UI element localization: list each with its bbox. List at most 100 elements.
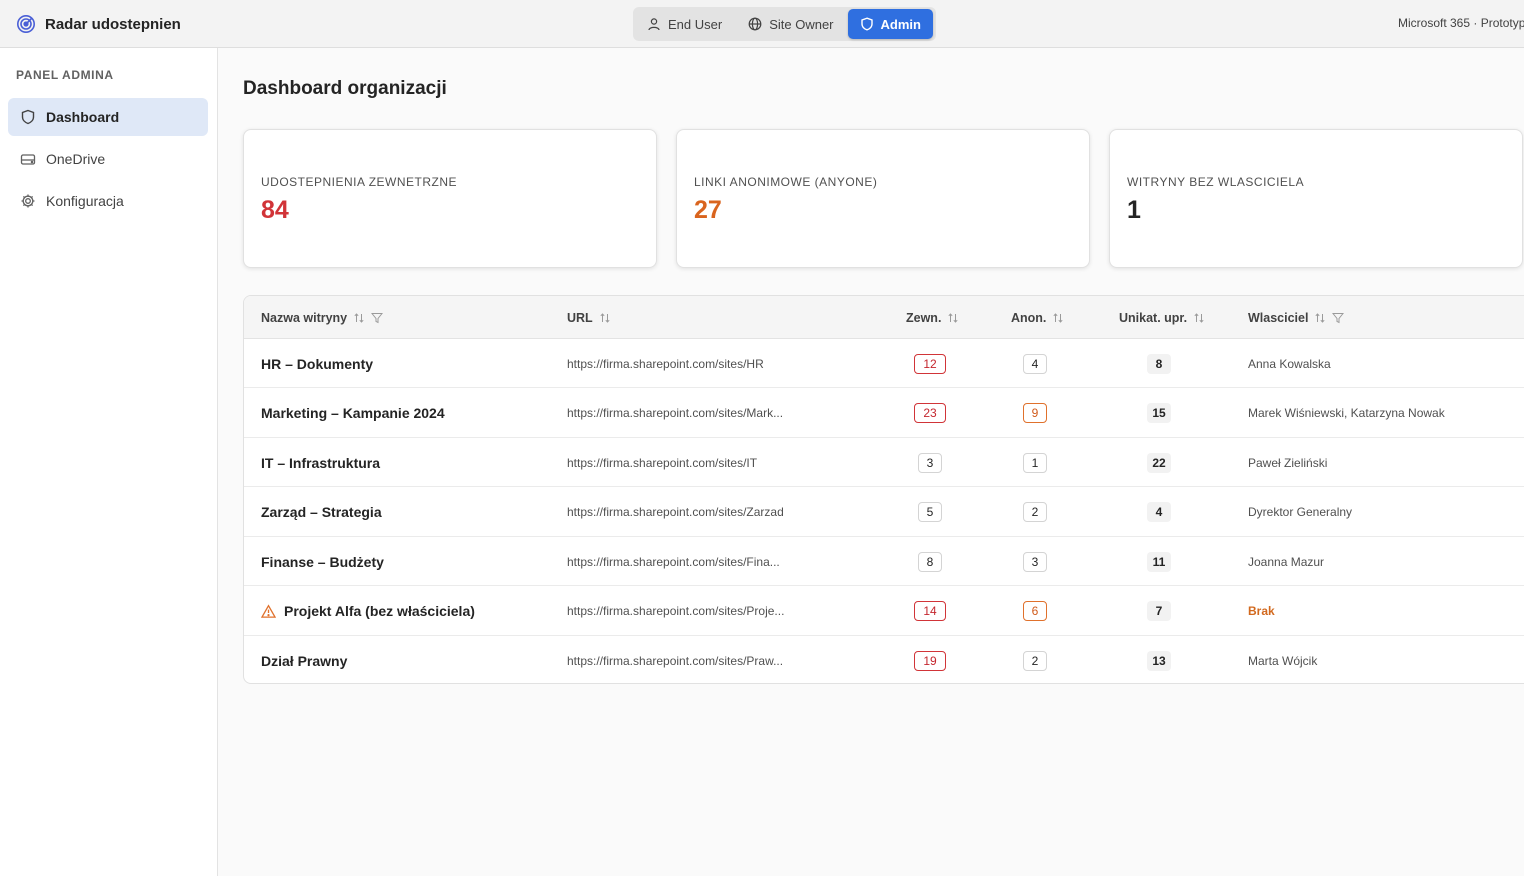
top-bar: Radar udostepnien End User Site Owner Ad…	[0, 0, 1524, 48]
external-count-badge: 8	[918, 551, 942, 572]
unique-count-badge: 13	[1147, 650, 1171, 671]
sidebar-item-label: OneDrive	[46, 151, 106, 167]
site-name-cell[interactable]: Finanse – Budżety	[261, 537, 384, 586]
sidebar-item-label: Konfiguracja	[46, 193, 124, 209]
owner-cell: Joanna Mazur	[1248, 554, 1325, 569]
sort-icon[interactable]	[947, 312, 959, 324]
anon-count-badge: 9	[1023, 403, 1047, 423]
unique-count-badge: 22	[1147, 452, 1171, 473]
table-row[interactable]: Projekt Alfa (bez właściciela) https://fi…	[244, 587, 1524, 636]
table-row[interactable]: Dział Prawny https://firma.sharepoint.com…	[244, 636, 1524, 683]
stat-value: 84	[261, 196, 289, 224]
site-name-cell[interactable]: Dział Prawny	[261, 636, 348, 683]
site-name: Dział Prawny	[261, 652, 348, 669]
external-count-cell: 5	[900, 488, 960, 537]
site-url[interactable]: https://firma.sharepoint.com/sites/HR	[567, 339, 764, 388]
role-label: Site Owner	[769, 16, 834, 32]
sort-icon[interactable]	[1314, 312, 1326, 324]
site-url[interactable]: https://firma.sharepoint.com/sites/Proje…	[567, 587, 784, 636]
anon-count-cell: 1	[1005, 438, 1065, 487]
site-name: HR – Dokumenty	[261, 355, 374, 372]
anon-count-badge: 2	[1023, 650, 1047, 671]
table-row[interactable]: Finanse – Budżety https://firma.sharepoin…	[244, 537, 1524, 586]
external-count-badge: 5	[918, 502, 942, 522]
site-name: IT – Infrastruktura	[261, 454, 381, 471]
site-url[interactable]: https://firma.sharepoint.com/sites/Zarza…	[567, 488, 784, 537]
site-name-cell[interactable]: IT – Infrastruktura	[261, 438, 380, 487]
unique-count-cell: 22	[1129, 438, 1189, 487]
column-header-unique[interactable]: Unikat. upr.	[1119, 296, 1205, 339]
unique-count-badge: 7	[1147, 601, 1171, 621]
table-row[interactable]: HR – Dokumenty https://firma.sharepoint.c…	[244, 339, 1524, 388]
column-header-name[interactable]: Nazwa witryny	[261, 296, 384, 339]
site-name-cell[interactable]: Zarząd – Strategia	[261, 488, 382, 537]
anon-count-badge: 4	[1023, 353, 1047, 374]
filter-icon[interactable]	[371, 312, 384, 324]
column-label: Nazwa witryny	[261, 310, 348, 325]
external-count-badge: 19	[914, 650, 946, 671]
anon-count-badge: 2	[1023, 502, 1047, 522]
radar-icon	[17, 15, 35, 33]
shield-icon	[21, 109, 35, 125]
role-admin-button[interactable]: Admin	[847, 9, 933, 39]
unique-count-cell: 8	[1129, 339, 1189, 388]
owner-cell: Paweł Zieliński	[1248, 455, 1328, 470]
column-header-external[interactable]: Zewn.	[906, 296, 959, 339]
stat-value: 27	[694, 196, 722, 224]
external-count-badge: 12	[914, 353, 946, 374]
owner-cell: Marta Wójcik	[1248, 653, 1318, 668]
site-url[interactable]: https://firma.sharepoint.com/sites/Fina.…	[567, 537, 780, 586]
sidebar: PANEL ADMINA Dashboard OneDrive Konfigur…	[0, 48, 218, 876]
table-row[interactable]: Zarząd – Strategia https://firma.sharepoi…	[244, 488, 1524, 537]
owner-cell: Anna Kowalska	[1248, 356, 1331, 371]
sidebar-item-onedrive[interactable]: OneDrive	[8, 140, 208, 178]
sort-icon[interactable]	[1052, 312, 1064, 324]
owner-cell: Dyrektor Generalny	[1248, 505, 1353, 519]
sidebar-item-konfiguracja[interactable]: Konfiguracja	[8, 182, 208, 220]
filter-icon[interactable]	[1332, 312, 1345, 324]
stat-label: UDOSTEPNIENIA ZEWNETRZNE	[261, 175, 458, 189]
external-count-badge: 14	[914, 601, 946, 621]
anon-count-cell: 4	[1005, 339, 1065, 388]
column-label: Unikat. upr.	[1119, 310, 1188, 325]
column-header-owner[interactable]: Wlasciciel	[1248, 296, 1345, 339]
stat-card-external: UDOSTEPNIENIA ZEWNETRZNE 84	[243, 129, 657, 268]
owner-cell: Brak	[1248, 604, 1275, 618]
role-site-owner-button[interactable]: Site Owner	[736, 9, 845, 39]
external-count-cell: 12	[900, 339, 960, 388]
sort-icon[interactable]	[599, 312, 611, 324]
site-url[interactable]: https://firma.sharepoint.com/sites/IT	[567, 438, 757, 487]
sidebar-item-dashboard[interactable]: Dashboard	[8, 98, 208, 136]
app-brand[interactable]: Radar udostepnien	[16, 12, 181, 36]
anon-count-cell: 6	[1005, 587, 1065, 636]
column-header-url[interactable]: URL	[567, 296, 611, 339]
column-header-anon[interactable]: Anon.	[1011, 296, 1064, 339]
stat-card-anonymous: LINKI ANONIMOWE (ANYONE) 27	[676, 129, 1090, 268]
role-end-user-button[interactable]: End User	[635, 9, 734, 39]
warning-icon	[261, 603, 276, 618]
person-icon	[648, 18, 660, 31]
column-label: Wlasciciel	[1248, 310, 1309, 325]
sort-icon[interactable]	[1193, 312, 1205, 324]
site-url[interactable]: https://firma.sharepoint.com/sites/Mark.…	[567, 389, 783, 438]
external-count-badge: 3	[918, 452, 942, 473]
page-title: Dashboard organizacji	[243, 78, 447, 99]
site-name-cell[interactable]: Marketing – Kampanie 2024	[261, 389, 445, 438]
column-label: Anon.	[1011, 310, 1047, 325]
anon-count-cell: 2	[1005, 488, 1065, 537]
stat-label: LINKI ANONIMOWE (ANYONE)	[694, 175, 878, 189]
site-url[interactable]: https://firma.sharepoint.com/sites/Praw.…	[567, 636, 783, 683]
table-row[interactable]: Marketing – Kampanie 2024 https://firma.s…	[244, 389, 1524, 438]
sort-icon[interactable]	[353, 312, 365, 324]
external-count-cell: 8	[900, 537, 960, 586]
site-name-cell[interactable]: HR – Dokumenty	[261, 339, 373, 388]
stat-label: WITRYNY BEZ WLASCICIELA	[1127, 175, 1305, 189]
sidebar-title: PANEL ADMINA	[16, 68, 114, 82]
anon-count-badge: 3	[1023, 551, 1047, 572]
site-name-cell[interactable]: Projekt Alfa (bez właściciela)	[261, 587, 475, 636]
stat-card-ownerless: WITRYNY BEZ WLASCICIELA 1	[1109, 129, 1523, 268]
anon-count-cell: 3	[1005, 537, 1065, 586]
stat-value: 1	[1127, 196, 1141, 224]
table-row[interactable]: IT – Infrastruktura https://firma.sharepo…	[244, 438, 1524, 487]
role-label: End User	[668, 16, 723, 32]
